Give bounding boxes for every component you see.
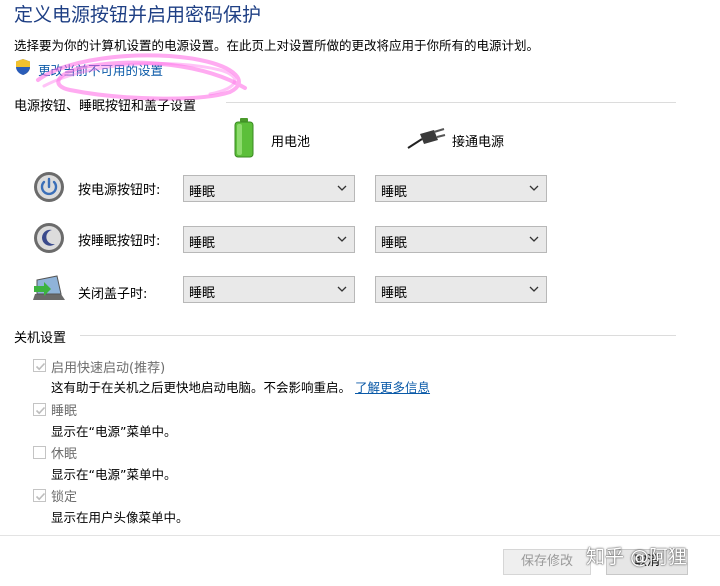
power-button-icon: [34, 172, 64, 202]
hibernate-option-description: 显示在“电源”菜单中。: [51, 467, 177, 482]
lock-option-label: 锁定: [51, 490, 78, 505]
select-value: 睡眠: [189, 286, 216, 301]
change-unavailable-settings-link[interactable]: 更改当前不可用的设置: [38, 60, 163, 79]
select-value: 睡眠: [381, 236, 408, 251]
page-description: 选择要为你的计算机设置的电源设置。在此页上对设置所做的更改将应用于你所有的电源计…: [14, 38, 540, 53]
fast-startup-label: 启用快速启动(推荐): [51, 361, 166, 376]
close-lid-label: 关闭盖子时:: [78, 287, 148, 302]
section-divider: [80, 335, 676, 336]
shutdown-section-heading: 关机设置: [14, 331, 67, 346]
chevron-down-icon: [529, 236, 539, 242]
column-battery-label: 用电池: [271, 135, 311, 150]
checkmark-icon: [35, 406, 46, 415]
checkmark-icon: [35, 492, 46, 501]
fast-startup-checkbox[interactable]: [33, 359, 46, 372]
fast-startup-description: 这有助于在关机之后更快地启动电脑。不会影响重启。 了解更多信息: [51, 377, 430, 396]
power-buttons-section-heading: 电源按钮、睡眠按钮和盖子设置: [14, 99, 197, 114]
hibernate-option-label: 休眠: [51, 447, 78, 462]
sleep-button-icon: [34, 223, 64, 253]
checkmark-icon: [35, 362, 46, 371]
footer-divider: [0, 535, 720, 536]
sleep-button-battery-select[interactable]: 睡眠: [183, 226, 355, 253]
battery-icon: [234, 118, 254, 158]
chevron-down-icon: [337, 185, 347, 191]
select-value: 睡眠: [189, 236, 216, 251]
select-value: 睡眠: [189, 185, 216, 200]
fast-startup-desc-text: 这有助于在关机之后更快地启动电脑。不会影响重启。: [51, 380, 352, 395]
sleep-button-label: 按睡眠按钮时:: [78, 234, 161, 249]
power-button-battery-select[interactable]: 睡眠: [183, 175, 355, 202]
page-title: 定义电源按钮并启用密码保护: [14, 4, 262, 26]
laptop-lid-icon: [33, 275, 65, 300]
power-plug-icon: [407, 128, 446, 149]
power-button-label: 按电源按钮时:: [78, 183, 161, 198]
column-plugged-in-label: 接通电源: [452, 135, 505, 150]
save-changes-button[interactable]: 保存修改: [503, 549, 591, 575]
learn-more-link[interactable]: 了解更多信息: [355, 380, 430, 395]
select-value: 睡眠: [381, 286, 408, 301]
hibernate-checkbox[interactable]: [33, 446, 46, 459]
lock-checkbox[interactable]: [33, 489, 46, 502]
sleep-option-description: 显示在“电源”菜单中。: [51, 424, 177, 439]
zhihu-watermark: 知乎 @阿狸: [586, 546, 688, 568]
chevron-down-icon: [529, 286, 539, 292]
sleep-checkbox[interactable]: [33, 403, 46, 416]
power-button-plugged-select[interactable]: 睡眠: [375, 175, 547, 202]
close-lid-battery-select[interactable]: 睡眠: [183, 276, 355, 303]
close-lid-plugged-select[interactable]: 睡眠: [375, 276, 547, 303]
sleep-option-label: 睡眠: [51, 404, 78, 419]
chevron-down-icon: [337, 286, 347, 292]
chevron-down-icon: [529, 185, 539, 191]
lock-option-description: 显示在用户头像菜单中。: [51, 510, 189, 525]
section-divider: [226, 102, 676, 103]
select-value: 睡眠: [381, 185, 408, 200]
chevron-down-icon: [337, 236, 347, 242]
uac-shield-icon: [16, 59, 30, 75]
sleep-button-plugged-select[interactable]: 睡眠: [375, 226, 547, 253]
